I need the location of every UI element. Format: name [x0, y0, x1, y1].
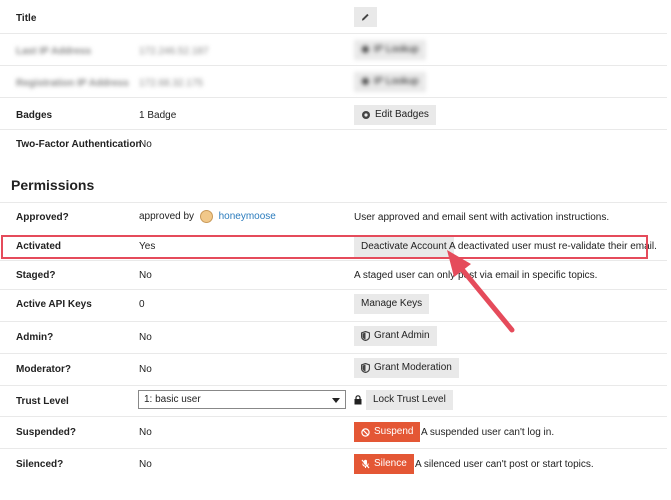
two-factor-label: Two-Factor Authentication: [16, 139, 142, 150]
edit-badges-button[interactable]: Edit Badges: [354, 105, 436, 125]
manage-keys-button[interactable]: Manage Keys: [354, 294, 430, 314]
moderator-value: No: [139, 364, 152, 375]
moderator-label: Moderator?: [16, 364, 71, 375]
suspended-description: A suspended user can't log in.: [421, 427, 555, 438]
silenced-description: A silenced user can't post or start topi…: [415, 459, 594, 470]
trust-level-label: Trust Level: [16, 396, 69, 407]
last-ip-lookup-label: IP Lookup: [373, 44, 419, 55]
last-ip-value: 172.246.52.187: [139, 46, 209, 57]
staged-label: Staged?: [16, 270, 56, 281]
registration-ip-lookup-label: IP Lookup: [373, 76, 419, 87]
ban-icon: [361, 427, 370, 437]
admin-value: No: [139, 332, 152, 343]
shield-icon: [361, 363, 370, 373]
avatar[interactable]: [199, 210, 213, 223]
silence-button[interactable]: Silence: [354, 454, 414, 474]
staged-row: Staged? No A staged user can only post v…: [0, 260, 667, 290]
suspend-label: Suspend: [374, 426, 414, 437]
registration-ip-row: Registration IP Address 172.68.32.175 ◉ …: [0, 65, 667, 98]
badges-value: 1 Badge: [139, 110, 177, 121]
microphone-slash-icon: [361, 459, 370, 469]
moderator-row: Moderator? No Grant Moderation: [0, 353, 667, 386]
suspend-button[interactable]: Suspend: [354, 422, 421, 442]
last-ip-row: Last IP Address 172.246.52.187 ◉ IP Look…: [0, 33, 667, 66]
lock-icon: [354, 395, 362, 405]
trust-level-selected: 1: basic user: [144, 394, 201, 405]
trust-level-select[interactable]: 1: basic user: [138, 390, 346, 409]
last-ip-label: Last IP Address: [16, 46, 92, 57]
certificate-icon: [362, 111, 370, 119]
edit-badges-label: Edit Badges: [375, 109, 429, 120]
grant-moderation-label: Grant Moderation: [374, 362, 452, 373]
api-keys-label: Active API Keys: [16, 299, 92, 310]
registration-ip-lookup-button[interactable]: ◉ IP Lookup: [354, 72, 426, 92]
registration-ip-label: Registration IP Address: [16, 78, 129, 89]
badges-label: Badges: [16, 110, 53, 121]
api-keys-row: Active API Keys 0 Manage Keys: [0, 289, 667, 322]
silenced-value: No: [139, 459, 152, 470]
silence-label: Silence: [374, 458, 407, 469]
grant-admin-label: Grant Admin: [374, 330, 430, 341]
last-ip-lookup-button[interactable]: ◉ IP Lookup: [354, 40, 426, 60]
silenced-row: Silenced? No Silence A silenced user can…: [0, 448, 667, 483]
manage-keys-label: Manage Keys: [361, 298, 423, 309]
title-label: Title: [16, 13, 37, 24]
approved-value: approved by honeymoose: [139, 210, 276, 223]
api-keys-value: 0: [139, 299, 145, 310]
suspended-row: Suspended? No Suspend A suspended user c…: [0, 416, 667, 449]
shield-icon: [361, 331, 370, 341]
highlight-box: [1, 235, 648, 259]
globe-icon: ◉: [361, 76, 370, 87]
approver-username-link[interactable]: honeymoose: [219, 211, 276, 222]
grant-moderation-button[interactable]: Grant Moderation: [354, 358, 459, 378]
silenced-label: Silenced?: [16, 459, 64, 470]
admin-label: Admin?: [16, 332, 54, 343]
staged-value: No: [139, 270, 152, 281]
two-factor-value: No: [139, 139, 152, 150]
two-factor-row: Two-Factor Authentication No: [0, 129, 667, 160]
pencil-icon: [361, 13, 369, 21]
badges-row: Badges 1 Badge Edit Badges: [0, 97, 667, 130]
suspended-value: No: [139, 427, 152, 438]
edit-title-button[interactable]: [354, 7, 377, 27]
approved-row: Approved? approved by honeymoose User ap…: [0, 202, 667, 236]
lock-trust-level-button[interactable]: Lock Trust Level: [366, 390, 453, 410]
approved-by-text: approved by: [139, 211, 195, 223]
suspended-label: Suspended?: [16, 427, 77, 438]
globe-icon: ◉: [361, 44, 370, 55]
permissions-heading: Permissions: [11, 177, 95, 193]
lock-trust-level-label: Lock Trust Level: [373, 394, 446, 405]
chevron-down-icon: [332, 398, 340, 403]
registration-ip-value: 172.68.32.175: [139, 78, 203, 89]
approved-description: User approved and email sent with activa…: [354, 212, 610, 223]
title-row: Title: [0, 0, 667, 33]
approved-label: Approved?: [16, 212, 69, 223]
staged-description: A staged user can only post via email in…: [354, 270, 598, 281]
grant-admin-button[interactable]: Grant Admin: [354, 326, 437, 346]
admin-row: Admin? No Grant Admin: [0, 321, 667, 354]
